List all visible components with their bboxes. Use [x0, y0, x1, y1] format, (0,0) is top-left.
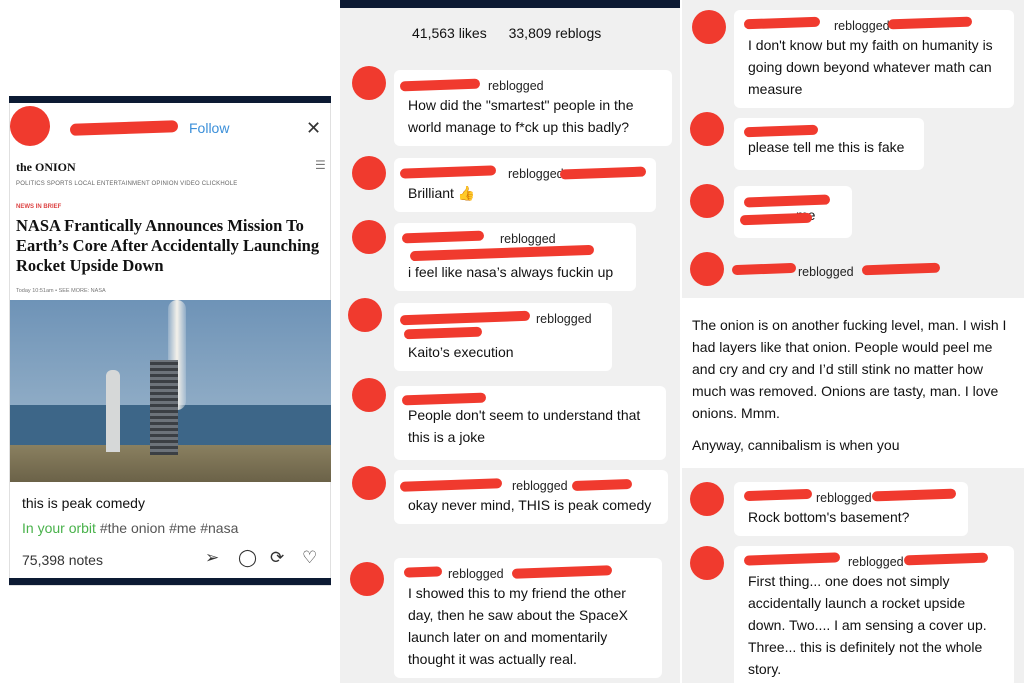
note-text: I showed this to my friend the other day…	[408, 585, 629, 667]
rocket-launch-photo	[10, 300, 331, 482]
note-text: People don't seem to understand that thi…	[408, 407, 641, 445]
avatar-redaction[interactable]	[10, 106, 50, 146]
article-date: Today 10:51am • SEE MORE: NASA	[16, 288, 106, 294]
avatar[interactable]	[352, 466, 386, 500]
notes-count[interactable]: 75,398 notes	[22, 552, 103, 568]
orbit-label[interactable]: In your orbit	[22, 520, 96, 536]
hamburger-menu-icon: ☰	[315, 158, 326, 172]
post-caption: this is peak comedy	[22, 495, 145, 511]
comment-icon[interactable]: ◯	[238, 548, 257, 568]
share-icon[interactable]: ➢	[205, 548, 219, 568]
avatar[interactable]	[350, 562, 384, 596]
note-text: Rock bottom's basement?	[748, 509, 910, 525]
long-reblog-p1: The onion is on another fucking level, m…	[692, 317, 1007, 421]
close-icon[interactable]: ✕	[306, 118, 321, 139]
follow-button[interactable]: Follow	[189, 120, 229, 136]
water-tower	[106, 370, 120, 452]
note-text: First thing... one does not simply accid…	[748, 573, 987, 677]
note-text: please tell me this is fake	[748, 139, 905, 155]
avatar[interactable]	[692, 10, 726, 44]
avatar[interactable]	[352, 220, 386, 254]
avatar[interactable]	[352, 156, 386, 190]
note-text: I don't know but my faith on humanity is…	[748, 37, 993, 97]
column-top-bar	[340, 0, 680, 8]
note-text: Kaito’s execution	[408, 344, 514, 360]
long-reblog-text: The onion is on another fucking level, m…	[692, 314, 1014, 456]
likes-count[interactable]: 41,563 likes	[412, 25, 487, 41]
post-tags: In your orbit #the onion #me #nasa	[22, 520, 238, 536]
avatar[interactable]	[352, 378, 386, 412]
note-bubble: reblogged First thing... one does not si…	[734, 546, 1014, 688]
username-redaction[interactable]	[571, 478, 633, 492]
launch-tower	[150, 360, 178, 455]
note-text: Brilliant 👍	[408, 185, 476, 201]
long-reblog-p2: Anyway, cannibalism is when you	[692, 437, 900, 453]
note-bubble: reblogged Brilliant 👍	[394, 158, 656, 212]
note-counts: 41,563 likes 33,809 reblogs	[412, 25, 619, 41]
onion-nav: POLITICS SPORTS LOCAL ENTERTAINMENT OPIN…	[16, 181, 238, 187]
avatar[interactable]	[690, 482, 724, 516]
avatar[interactable]	[690, 546, 724, 580]
tag-list[interactable]: #the onion #me #nasa	[100, 520, 239, 536]
reblogs-count[interactable]: 33,809 reblogs	[509, 25, 602, 41]
post-bottom-bar	[9, 578, 331, 585]
avatar[interactable]	[690, 112, 724, 146]
post-top-bar	[9, 96, 331, 103]
avatar[interactable]	[690, 252, 724, 286]
username-redaction[interactable]	[403, 566, 443, 578]
avatar[interactable]	[690, 184, 724, 218]
note-text: okay never mind, THIS is peak comedy	[408, 497, 652, 513]
reblog-icon[interactable]: ⟳	[270, 548, 284, 568]
article-headline: NASA Frantically Announces Mission To Ea…	[16, 216, 320, 275]
avatar[interactable]	[352, 66, 386, 100]
avatar[interactable]	[348, 298, 382, 332]
heart-icon[interactable]: ♡	[302, 548, 317, 568]
note-bubble: me	[734, 186, 852, 238]
reblog-label: reblogged	[798, 265, 854, 279]
article-tag: NEWS IN BRIEF	[16, 204, 62, 210]
note-text: How did the "smartest" people in the wor…	[408, 97, 634, 135]
onion-logo: the ONION	[16, 160, 76, 174]
note-text: i feel like nasa’s always fuckin up	[408, 264, 614, 280]
